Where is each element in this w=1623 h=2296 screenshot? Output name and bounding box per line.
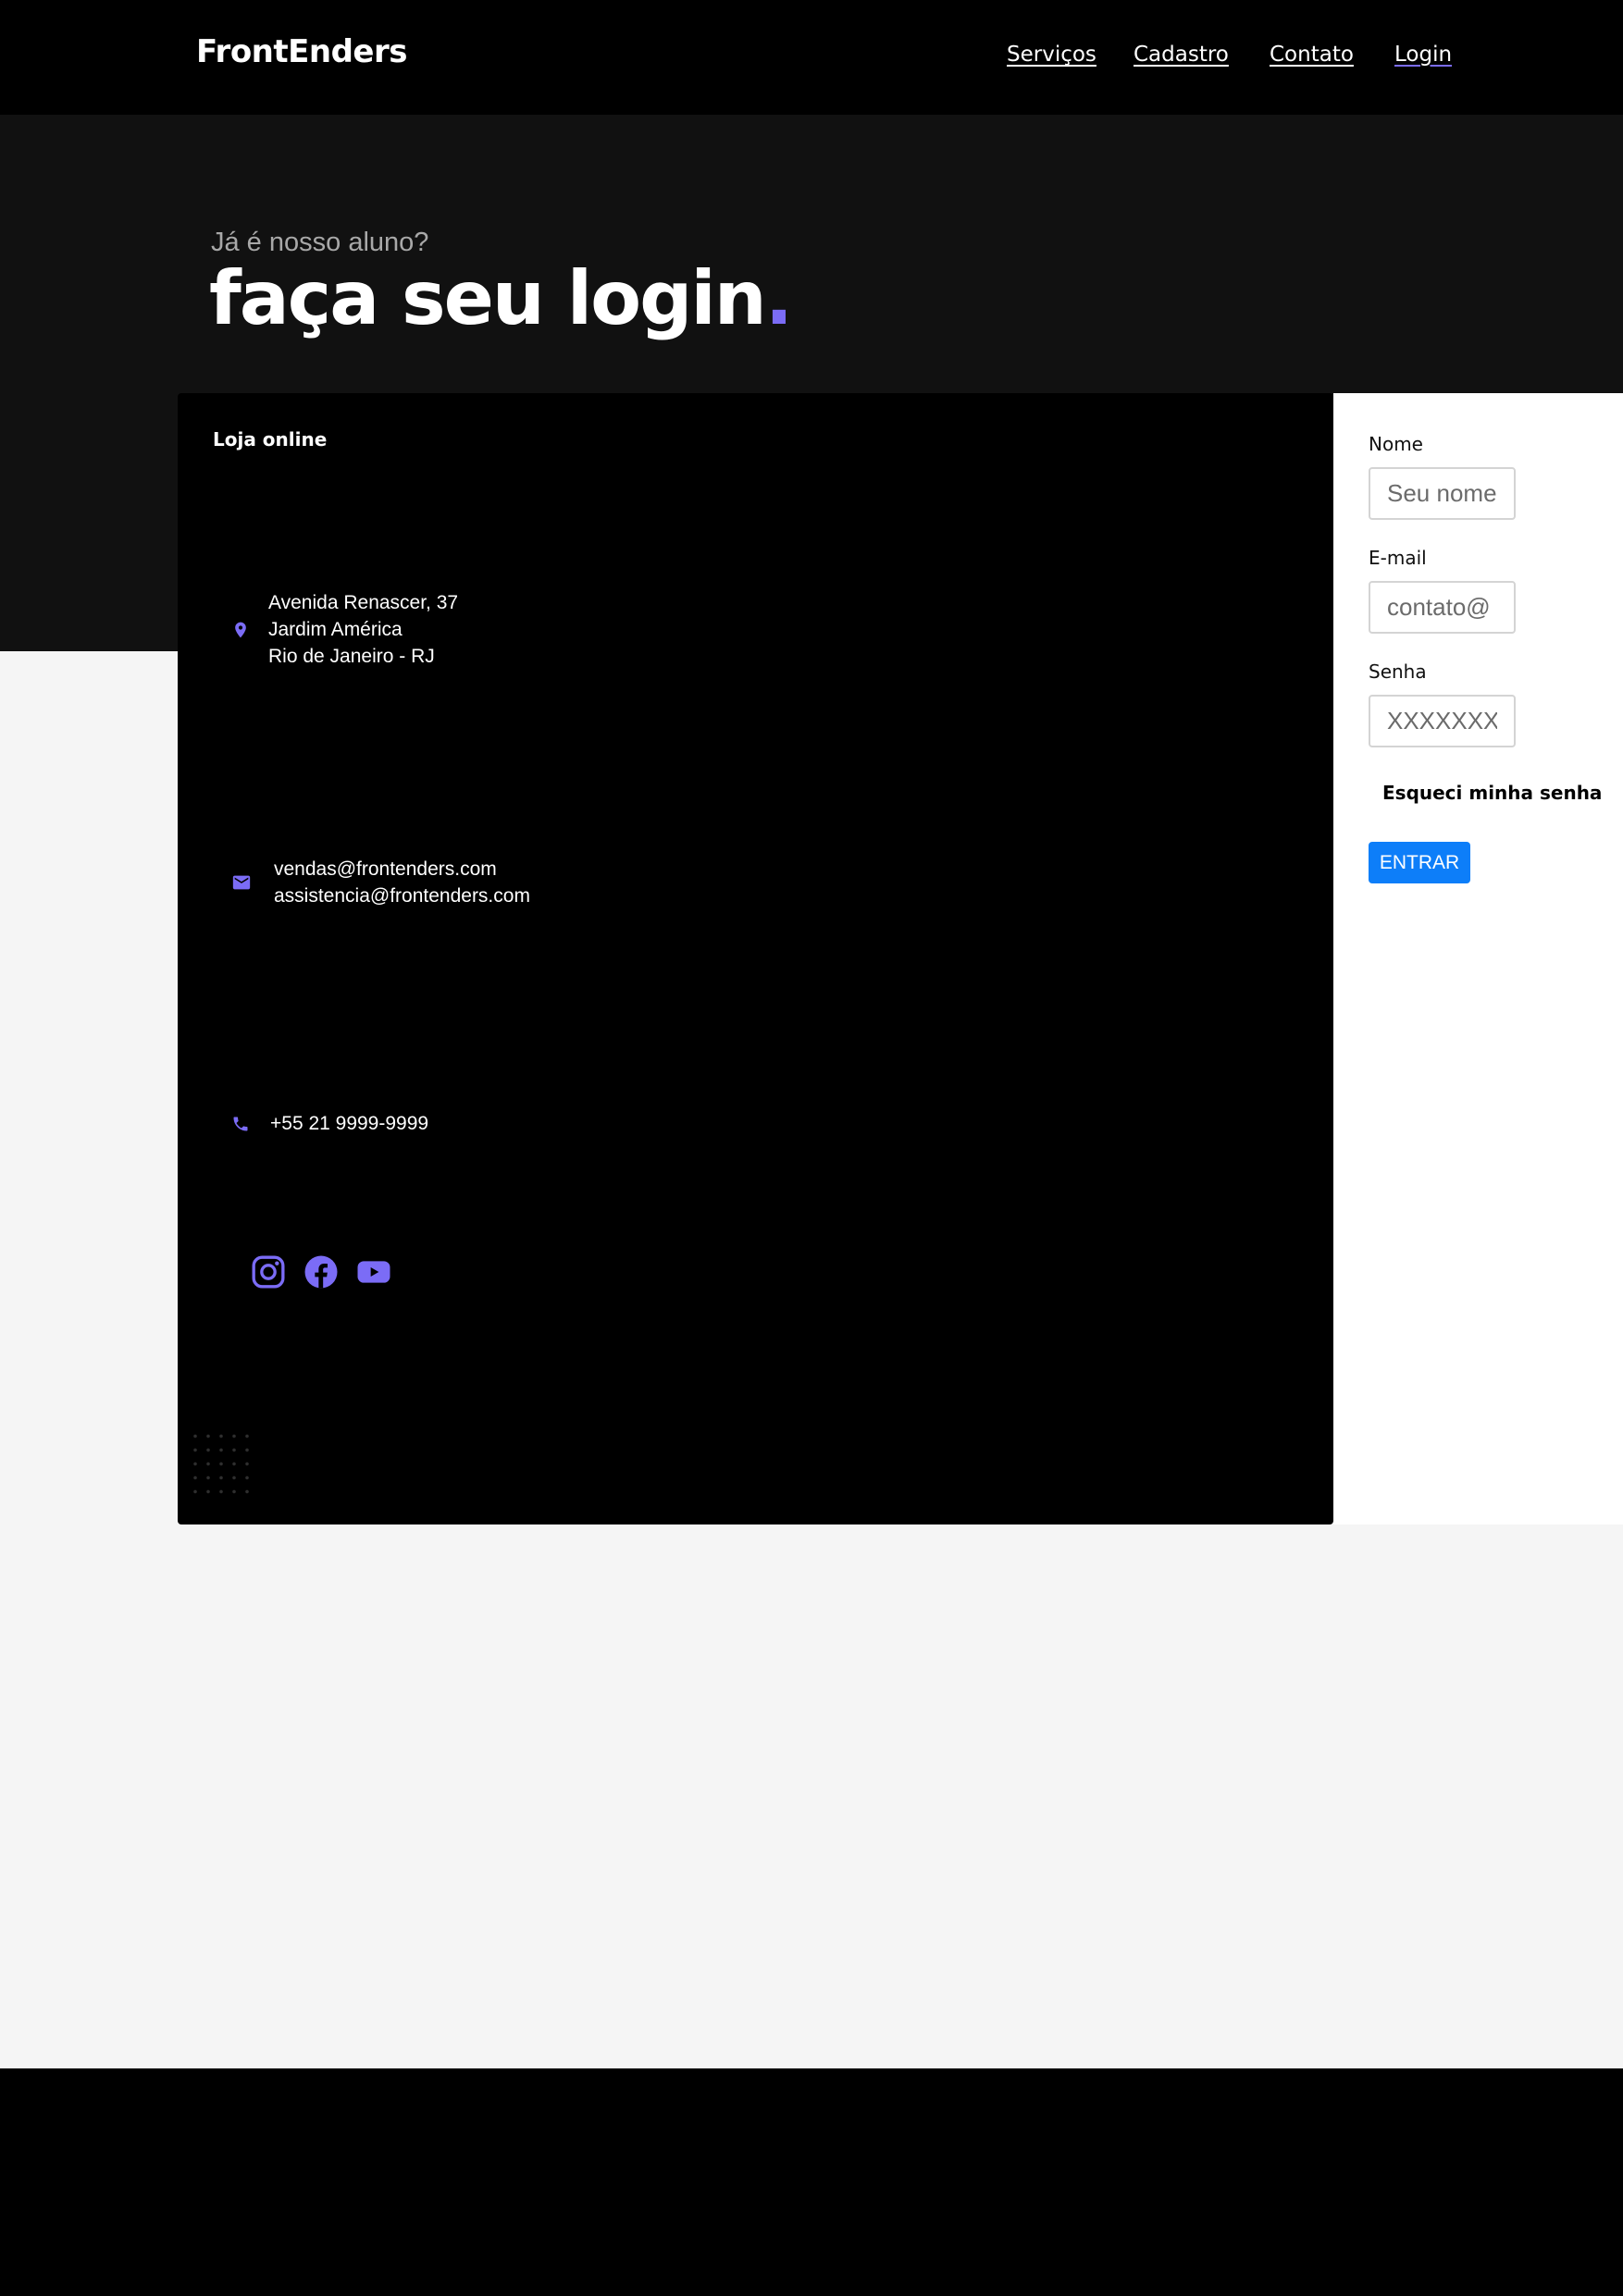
location-pin-icon [235, 622, 246, 637]
page-title: faça seu login. [209, 255, 793, 341]
navbar: FrontEnders Serviços Cadastro Contato Lo… [0, 0, 1623, 115]
page-title-text: faça seu login [209, 255, 767, 341]
email-label: E-mail [1369, 547, 1427, 569]
decorative-dot-grid [189, 1429, 254, 1503]
phone-number[interactable]: +55 21 9999-9999 [270, 1110, 428, 1137]
address-row: Avenida Renascer, 37 Jardim América Rio … [231, 589, 458, 670]
nav-link-contato[interactable]: Contato [1270, 43, 1354, 67]
email-row: vendas@frontenders.com assistencia@front… [231, 856, 530, 909]
mail-icon [232, 875, 251, 890]
social-links [250, 1253, 392, 1290]
address-line: Avenida Renascer, 37 [268, 592, 459, 613]
hero-subtitle: Já é nosso aluno? [211, 228, 429, 257]
footer [0, 2068, 1623, 2296]
address-line: Rio de Janeiro - RJ [268, 646, 435, 667]
login-submit-button[interactable]: ENTRAR [1369, 842, 1470, 883]
brand-logo[interactable]: FrontEnders [196, 33, 407, 70]
panel-title: Loja online [213, 428, 328, 451]
nav-link-login[interactable]: Login [1394, 43, 1452, 67]
login-form: Nome E-mail Senha Esqueci minha senha EN… [1333, 393, 1623, 1524]
phone-icon [233, 1117, 248, 1130]
name-label: Nome [1369, 433, 1423, 455]
nav-link-cadastro[interactable]: Cadastro [1134, 43, 1229, 67]
email-link[interactable]: assistencia@frontenders.com [274, 883, 530, 909]
youtube-icon[interactable] [355, 1253, 392, 1290]
contact-info-panel: Loja online Avenida Renascer, 37 Jardim … [178, 393, 1333, 1524]
email-input[interactable] [1369, 581, 1516, 634]
name-input[interactable] [1369, 467, 1516, 520]
title-accent-dot: . [764, 255, 793, 341]
email-text: vendas@frontenders.com assistencia@front… [274, 856, 530, 909]
nav-link-servicos[interactable]: Serviços [1007, 43, 1096, 67]
password-input[interactable] [1369, 695, 1516, 747]
password-label: Senha [1369, 660, 1427, 683]
forgot-password-link[interactable]: Esqueci minha senha [1382, 782, 1602, 804]
instagram-icon[interactable] [250, 1253, 287, 1290]
address-line: Jardim América [268, 619, 403, 640]
address-text: Avenida Renascer, 37 Jardim América Rio … [268, 589, 458, 670]
email-link[interactable]: vendas@frontenders.com [274, 856, 530, 883]
facebook-icon[interactable] [303, 1253, 340, 1290]
phone-row: +55 21 9999-9999 [231, 1110, 428, 1137]
